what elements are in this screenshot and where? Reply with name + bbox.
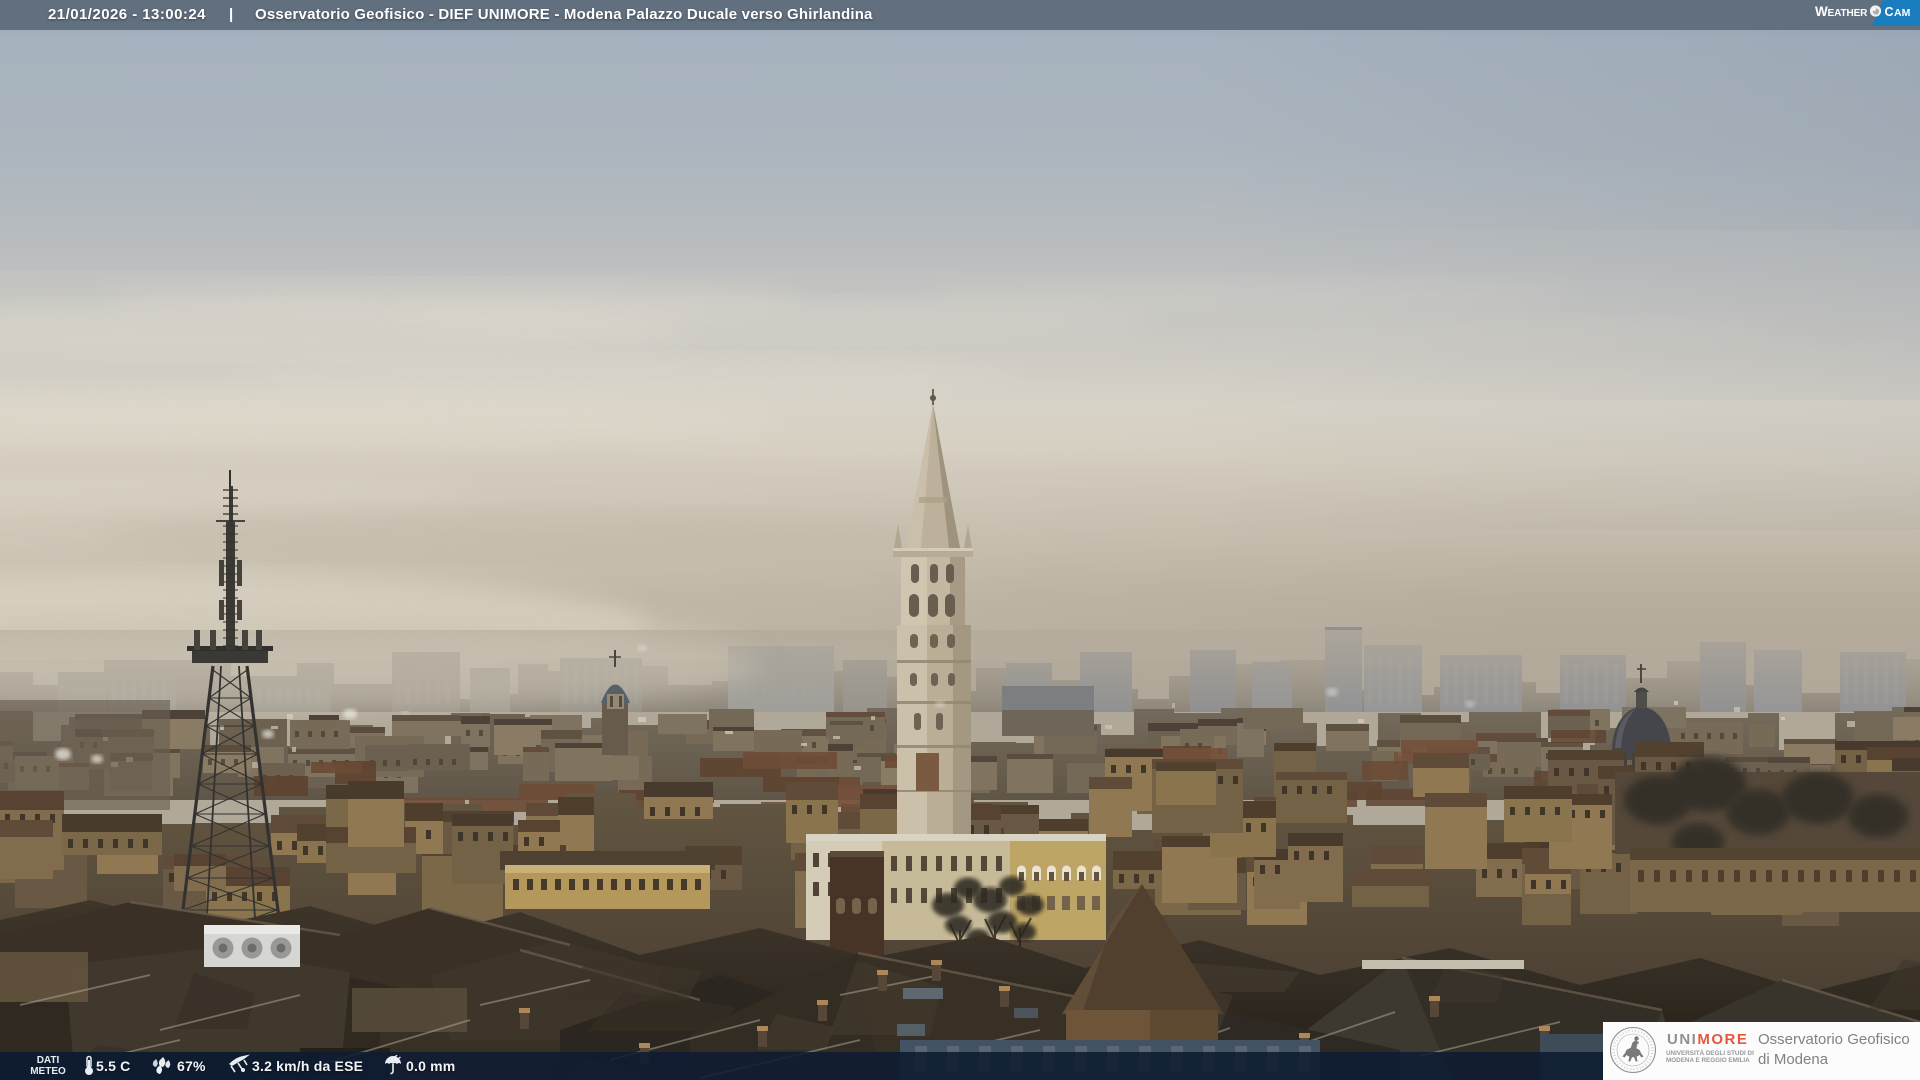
- svg-text:W: W: [1815, 4, 1828, 19]
- svg-text:EATHER: EATHER: [1828, 8, 1869, 19]
- svg-text:AM: AM: [1894, 7, 1911, 19]
- svg-text:C: C: [1885, 5, 1894, 19]
